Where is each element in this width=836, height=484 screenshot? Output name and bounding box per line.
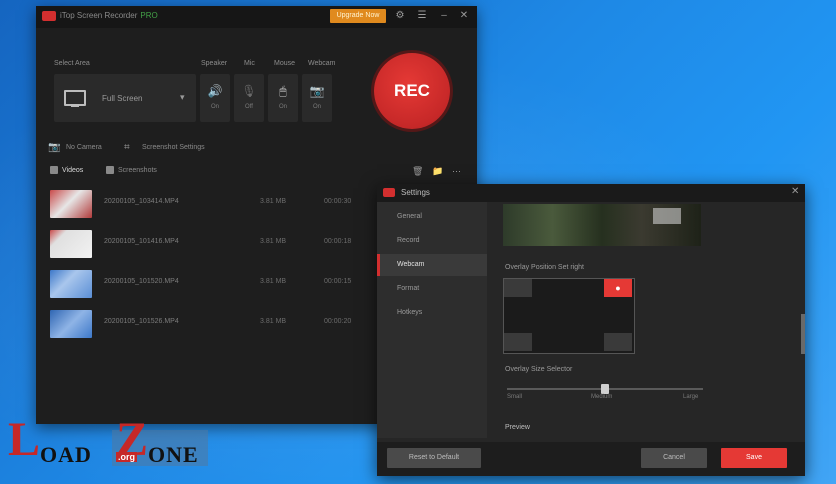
mic-label: Mic bbox=[244, 60, 255, 67]
settings-gear-icon[interactable]: ⚙ bbox=[394, 10, 406, 22]
speaker-icon: 🔊 bbox=[207, 84, 223, 98]
position-bottom-left[interactable] bbox=[504, 333, 532, 351]
speaker-state: On bbox=[210, 104, 219, 110]
nav-format[interactable]: Format bbox=[377, 278, 487, 300]
close-icon[interactable]: ✕ bbox=[458, 10, 470, 22]
mic-icon: 🎙 bbox=[241, 84, 257, 98]
position-bottom-right[interactable] bbox=[604, 333, 632, 351]
mic-toggle[interactable]: 🎙 Off bbox=[234, 74, 264, 122]
preview-highlight bbox=[653, 208, 681, 224]
settings-title: Settings bbox=[401, 188, 430, 197]
recording-thumbnail bbox=[50, 310, 92, 338]
settings-title-bar: Settings ✕ bbox=[377, 184, 805, 202]
webcam-toggle[interactable]: 📷 On bbox=[302, 74, 332, 122]
tab-screenshots[interactable]: Screenshots bbox=[106, 166, 157, 174]
watermark-letter-l: L bbox=[8, 413, 41, 466]
screenshot-icon[interactable]: ⌗ bbox=[124, 142, 136, 154]
size-label-medium: Medium bbox=[591, 394, 613, 400]
camera-icon[interactable]: 📷 bbox=[48, 142, 60, 154]
close-icon[interactable]: ✕ bbox=[791, 186, 799, 197]
recording-duration: 00:00:15 bbox=[324, 278, 352, 285]
app-logo-icon bbox=[42, 11, 56, 21]
preview-label: Preview bbox=[505, 424, 530, 431]
mouse-label: Mouse bbox=[274, 60, 296, 67]
nav-webcam[interactable]: Webcam bbox=[377, 254, 487, 276]
watermark-word-2: ONE bbox=[148, 442, 199, 467]
slider-handle[interactable] bbox=[601, 384, 609, 394]
recording-size: 3.81 MB bbox=[260, 278, 287, 285]
title-bar: iTop Screen Recorder PRO Upgrade Now ⚙ ☰ … bbox=[36, 6, 477, 28]
select-area-label: Select Area bbox=[54, 60, 90, 67]
settings-footer: Reset to Default Cancel Save bbox=[377, 442, 805, 476]
mouse-toggle[interactable]: 🖱 On bbox=[268, 74, 298, 122]
watermark-org: .org bbox=[116, 452, 137, 462]
area-selector[interactable]: Full Screen ▾ bbox=[54, 74, 196, 122]
area-value: Full Screen bbox=[102, 94, 143, 103]
reset-button[interactable]: Reset to Default bbox=[387, 448, 481, 468]
chevron-down-icon: ▾ bbox=[180, 92, 185, 102]
recording-duration: 00:00:18 bbox=[324, 238, 352, 245]
rec-button[interactable]: REC bbox=[374, 53, 450, 129]
recording-thumbnail bbox=[50, 190, 92, 218]
overlay-position-label: Overlay Position Set right bbox=[505, 264, 584, 271]
speaker-label: Speaker bbox=[201, 60, 228, 67]
recording-name: 20200105_101526.MP4 bbox=[104, 318, 179, 325]
cancel-button[interactable]: Cancel bbox=[641, 448, 707, 468]
recording-name: 20200105_101520.MP4 bbox=[104, 278, 179, 285]
webcam-preview bbox=[503, 204, 701, 246]
tab-videos-label: Videos bbox=[62, 166, 84, 174]
settings-dialog: Settings ✕ General Record Webcam Format … bbox=[377, 184, 805, 476]
tabs: Videos Screenshots bbox=[36, 164, 477, 180]
mic-state: Off bbox=[245, 104, 253, 110]
size-label-large: Large bbox=[683, 394, 699, 400]
size-slider[interactable] bbox=[507, 384, 703, 394]
screenshot-tab-icon bbox=[106, 166, 114, 174]
speaker-toggle[interactable]: 🔊 On bbox=[200, 74, 230, 122]
position-top-left[interactable] bbox=[504, 279, 532, 297]
recording-duration: 00:00:20 bbox=[324, 318, 352, 325]
nav-record[interactable]: Record bbox=[377, 230, 487, 252]
video-tab-icon bbox=[50, 166, 58, 174]
settings-logo-icon bbox=[383, 188, 395, 197]
menu-icon[interactable]: ☰ bbox=[416, 10, 428, 22]
nav-hotkeys[interactable]: Hotkeys bbox=[377, 302, 487, 324]
delete-icon[interactable]: 🗑 bbox=[412, 166, 423, 177]
tab-videos[interactable]: Videos bbox=[50, 166, 83, 174]
save-button[interactable]: Save bbox=[721, 448, 787, 468]
webcam-icon: 📷 bbox=[309, 84, 325, 98]
webcam-label: Webcam bbox=[308, 60, 336, 67]
screenshot-hint: Screenshot Settings bbox=[142, 144, 205, 151]
scrollbar[interactable] bbox=[801, 314, 805, 354]
mouse-state: On bbox=[278, 104, 287, 110]
settings-sidebar: General Record Webcam Format Hotkeys bbox=[377, 202, 487, 438]
watermark-word-1: OAD bbox=[40, 442, 92, 467]
size-label-small: Small bbox=[507, 394, 523, 400]
overlay-size-label: Overlay Size Selector bbox=[505, 366, 573, 373]
monitor-icon bbox=[64, 90, 86, 107]
recording-name: 20200105_103414.MP4 bbox=[104, 198, 179, 205]
webcam-state: On bbox=[312, 104, 321, 110]
minimize-icon[interactable]: – bbox=[438, 10, 450, 22]
overlay-position-picker: ● bbox=[503, 278, 635, 354]
app-title: iTop Screen Recorder PRO bbox=[60, 11, 158, 20]
mouse-icon: 🖱 bbox=[279, 84, 287, 98]
recording-thumbnail bbox=[50, 230, 92, 258]
position-top-right[interactable]: ● bbox=[604, 279, 632, 297]
folder-icon[interactable]: 📁 bbox=[432, 166, 443, 177]
recording-name: 20200105_101416.MP4 bbox=[104, 238, 179, 245]
recording-size: 3.81 MB bbox=[260, 238, 287, 245]
edition-badge: PRO bbox=[140, 11, 158, 20]
recording-thumbnail bbox=[50, 270, 92, 298]
app-title-text: iTop Screen Recorder bbox=[60, 11, 138, 20]
more-icon[interactable]: ⋯ bbox=[452, 166, 461, 177]
upgrade-button[interactable]: Upgrade Now bbox=[330, 9, 386, 23]
recording-duration: 00:00:30 bbox=[324, 198, 352, 205]
tab-screenshots-label: Screenshots bbox=[118, 166, 157, 174]
recording-size: 3.81 MB bbox=[260, 318, 287, 325]
nav-general[interactable]: General bbox=[377, 206, 487, 228]
loadzone-watermark: L OAD Z ONE .org bbox=[8, 416, 208, 468]
recording-size: 3.81 MB bbox=[260, 198, 287, 205]
no-camera-text[interactable]: No Camera bbox=[66, 144, 102, 151]
